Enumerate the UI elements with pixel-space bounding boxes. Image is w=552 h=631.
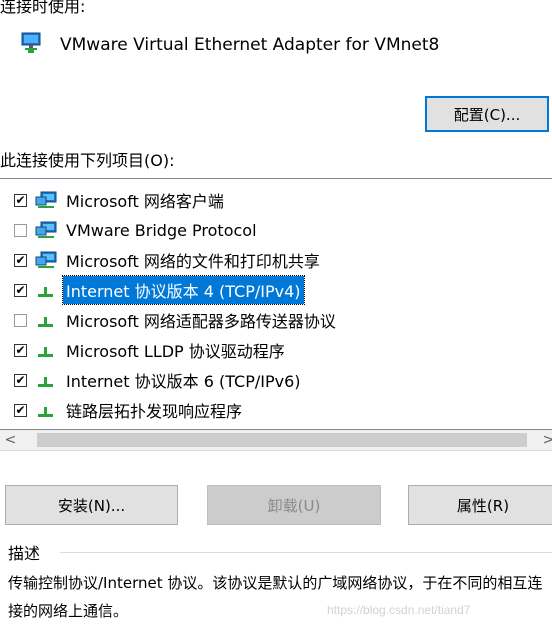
properties-button[interactable]: 属性(R) <box>408 485 552 525</box>
connect-using-label: 连接时使用: <box>0 0 86 16</box>
configure-button[interactable]: 配置(C)... <box>425 96 549 132</box>
install-button[interactable]: 安装(N)... <box>5 485 178 525</box>
list-item-label: VMware Bridge Protocol <box>66 220 257 240</box>
network-client-icon <box>33 220 59 240</box>
horizontal-scrollbar[interactable]: < > <box>0 430 552 451</box>
list-item-label: 链路层拓扑发现响应程序 <box>66 402 243 421</box>
adapter-row: VMware Virtual Ethernet Adapter for VMne… <box>20 30 439 60</box>
items-list[interactable]: ✔ Microsoft 网络客户端 VMware Bridge Protocol ✔ M… <box>0 178 552 430</box>
list-item[interactable]: ✔ Microsoft 网络客户端 <box>14 185 227 215</box>
scroll-thumb[interactable] <box>37 433 527 447</box>
network-client-icon <box>33 250 59 270</box>
list-item[interactable]: ✔ Internet 协议版本 6 (TCP/IPv6) <box>14 365 304 395</box>
description-title: 描述 <box>8 540 47 564</box>
description-group-border <box>60 552 552 553</box>
list-item-label: Microsoft 网络适配器多路传送器协议 <box>66 312 336 331</box>
list-item-label: Microsoft 网络客户端 <box>66 192 224 211</box>
list-item-label: Microsoft 网络的文件和打印机共享 <box>66 252 320 271</box>
checkbox-unchecked[interactable] <box>14 223 27 237</box>
items-heading: 此连接使用下列项目(O): <box>0 151 175 170</box>
checkbox-checked[interactable]: ✔ <box>14 403 27 417</box>
list-item[interactable]: ✔ 链路层拓扑发现响应程序 <box>14 395 245 425</box>
list-item-label: Internet 协议版本 4 (TCP/IPv4) <box>62 275 305 305</box>
checkbox-checked[interactable]: ✔ <box>14 373 27 387</box>
list-item-label: Internet 协议版本 6 (TCP/IPv6) <box>66 372 301 391</box>
checkbox-unchecked[interactable] <box>14 313 27 327</box>
network-client-icon <box>33 190 59 210</box>
list-item[interactable]: VMware Bridge Protocol <box>14 215 260 245</box>
protocol-icon <box>33 400 59 420</box>
protocol-icon <box>33 340 59 360</box>
checkbox-checked[interactable]: ✔ <box>14 253 27 267</box>
scroll-right-icon[interactable]: > <box>540 430 552 450</box>
list-item[interactable]: ✔ Internet 协议版本 4 (TCP/IPv4) <box>14 275 305 305</box>
checkbox-checked[interactable]: ✔ <box>14 193 27 207</box>
protocol-icon <box>33 280 59 300</box>
network-adapter-icon <box>20 32 44 58</box>
checkbox-checked[interactable]: ✔ <box>14 283 27 297</box>
adapter-name: VMware Virtual Ethernet Adapter for VMne… <box>60 35 440 55</box>
scroll-left-icon[interactable]: < <box>2 430 19 450</box>
watermark: https://blog.csdn.net/tiand7 <box>327 603 471 617</box>
checkbox-checked[interactable]: ✔ <box>14 343 27 357</box>
protocol-icon <box>33 370 59 390</box>
uninstall-button[interactable]: 卸载(U) <box>207 485 381 525</box>
list-item[interactable]: Microsoft 网络适配器多路传送器协议 <box>14 305 339 335</box>
list-item[interactable]: ✔ Microsoft 网络的文件和打印机共享 <box>14 245 323 275</box>
list-item[interactable]: ✔ Microsoft LLDP 协议驱动程序 <box>14 335 288 365</box>
list-item-label: Microsoft LLDP 协议驱动程序 <box>66 342 285 361</box>
protocol-icon <box>33 310 59 330</box>
